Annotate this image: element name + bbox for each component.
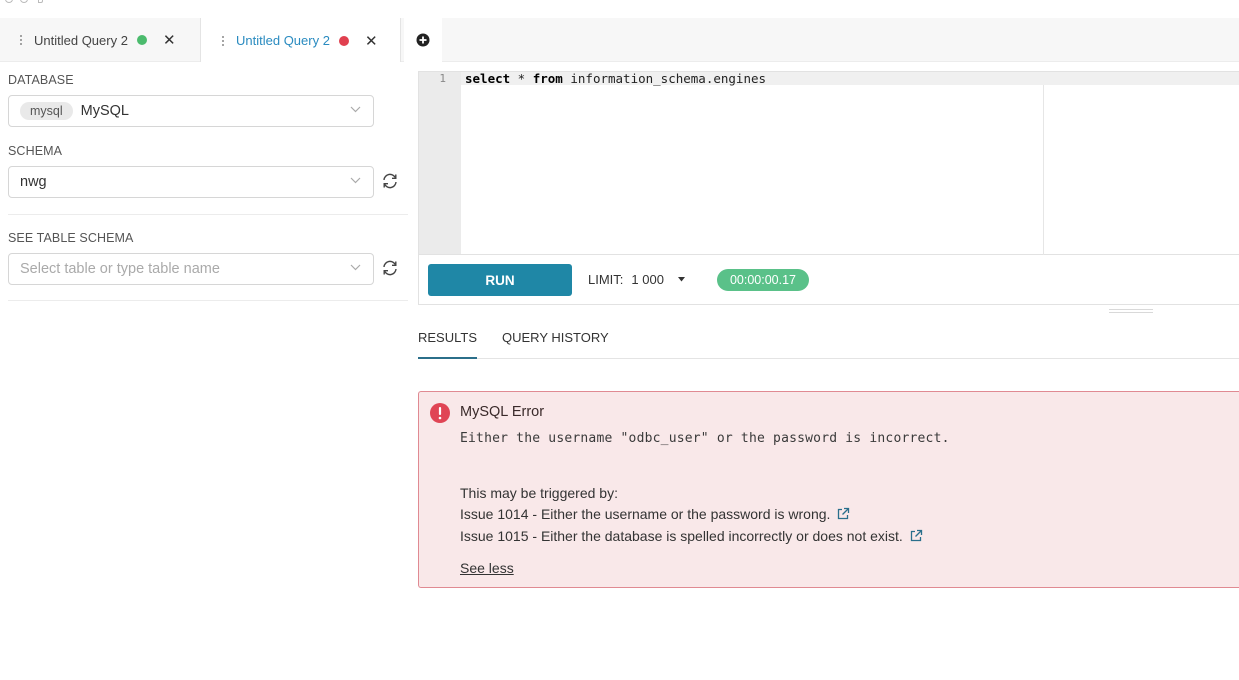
status-dot-icon (338, 35, 349, 46)
drag-handle-icon[interactable] (218, 35, 228, 46)
resize-handle[interactable] (1109, 309, 1153, 313)
see-less-link[interactable]: See less (460, 560, 514, 576)
database-type-pill: mysql (20, 102, 73, 120)
editor-gutter: 1 (419, 72, 461, 254)
window-control-fragment (38, 0, 43, 3)
limit-value: 1 000 (631, 272, 664, 287)
schema-select[interactable]: nwg (8, 166, 374, 198)
code-table: information_schema.engines (562, 71, 767, 86)
refresh-icon (383, 260, 397, 276)
sidebar-divider (8, 214, 408, 215)
tab-query-history[interactable]: QUERY HISTORY (502, 330, 609, 345)
keyword-select: select (465, 71, 511, 86)
schema-value: nwg (20, 174, 47, 190)
error-triggered-by: This may be triggered by: (460, 485, 618, 501)
window-top-strip (0, 0, 1239, 18)
query-tab-bar: Untitled Query 2 ✕ Untitled Query 2 ✕ (0, 18, 1239, 63)
chevron-down-icon (350, 177, 361, 184)
limit-label: LIMIT: (588, 272, 624, 287)
issue-text: Issue 1015 - Either the database is spel… (460, 528, 903, 544)
print-margin (1043, 85, 1044, 255)
refresh-icon (383, 173, 397, 189)
database-select[interactable]: mysql MySQL (8, 95, 374, 127)
status-dot-icon (136, 35, 147, 45)
external-link-icon[interactable] (909, 529, 923, 543)
error-title: MySQL Error (460, 404, 545, 420)
sql-code[interactable]: select * from information_schema.engines (465, 71, 766, 86)
external-link-icon[interactable] (836, 507, 850, 521)
code-star: * (510, 71, 533, 86)
window-control-fragment (5, 0, 13, 3)
sidebar-divider (8, 300, 408, 301)
tab-divider (400, 18, 401, 62)
query-timer-badge: 00:00:00.17 (717, 269, 809, 291)
close-icon[interactable]: ✕ (163, 31, 176, 49)
table-schema-select[interactable]: Select table or type table name (8, 253, 374, 285)
close-icon[interactable]: ✕ (365, 32, 378, 50)
window-control-fragment (20, 0, 28, 3)
database-label: DATABASE (8, 73, 74, 87)
chevron-down-icon (350, 106, 361, 113)
keyword-from: from (532, 71, 563, 86)
database-value: MySQL (80, 103, 129, 119)
add-tab-button[interactable] (404, 18, 442, 62)
schema-label: SCHEMA (8, 144, 63, 158)
error-message: Either the username "odbc_user" or the p… (460, 431, 950, 446)
run-button[interactable]: RUN (428, 264, 572, 296)
refresh-schema-button[interactable] (380, 171, 400, 191)
table-schema-label: SEE TABLE SCHEMA (8, 231, 134, 245)
query-tab-active[interactable]: Untitled Query 2 ✕ (201, 18, 400, 63)
issue-link[interactable]: Issue 1015 - Either the database is spel… (460, 528, 923, 544)
sql-editor[interactable]: 1 select * from information_schema.engin… (418, 71, 1239, 255)
line-number: 1 (439, 72, 446, 85)
chevron-down-icon (350, 264, 361, 271)
caret-down-icon (677, 277, 685, 282)
tab-title: Untitled Query 2 (34, 32, 128, 48)
refresh-tables-button[interactable] (380, 258, 400, 278)
error-alert: MySQL Error Either the username "odbc_us… (418, 391, 1239, 588)
drag-handle-icon[interactable] (16, 35, 26, 45)
query-toolbar: RUN LIMIT: 1 000 00:00:00.17 (418, 255, 1239, 305)
issue-text: Issue 1014 - Either the username or the … (460, 506, 831, 522)
query-tab[interactable]: Untitled Query 2 ✕ (0, 18, 200, 62)
limit-dropdown[interactable]: LIMIT: 1 000 (588, 272, 685, 287)
exclamation-circle-icon (430, 403, 450, 423)
plus-circle-icon (416, 33, 430, 47)
issue-link[interactable]: Issue 1014 - Either the username or the … (460, 506, 850, 522)
table-schema-placeholder: Select table or type table name (20, 261, 220, 277)
result-tabs: RESULTS QUERY HISTORY (418, 322, 1239, 359)
tab-results[interactable]: RESULTS (418, 330, 477, 359)
tab-title: Untitled Query 2 (236, 33, 330, 48)
